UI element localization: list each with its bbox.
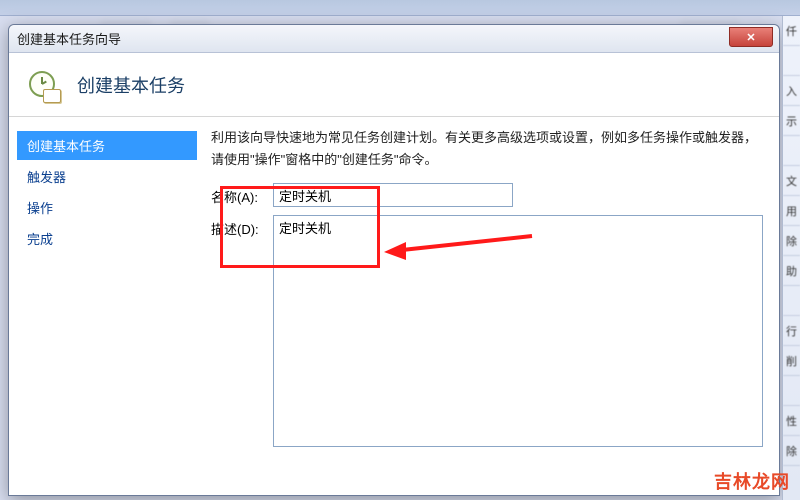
sidebar-step-action[interactable]: 操作 <box>17 193 197 222</box>
window-title: 创建基本任务向导 <box>17 29 121 48</box>
sidebar-step-create[interactable]: 创建基本任务 <box>17 131 197 160</box>
strip-cell: 除 <box>783 436 800 466</box>
right-strip: 仟 入 示 文 用 除 助 行 削 性 除 <box>782 16 800 500</box>
strip-cell: 文 <box>783 166 800 196</box>
strip-cell: 用 <box>783 196 800 226</box>
strip-cell: 入 <box>783 76 800 106</box>
strip-cell <box>783 286 800 316</box>
sidebar-step-finish[interactable]: 完成 <box>17 224 197 253</box>
wizard-dialog: 创建基本任务向导 ✕ 创建基本任务 创建基本任务 触发器 操作 完成 利用该向导… <box>8 24 780 496</box>
name-row: 名称(A): <box>211 183 763 207</box>
header-area: 创建基本任务 <box>9 53 779 117</box>
main-panel: 利用该向导快速地为常见任务创建计划。有关更多高级选项或设置，例如多任务操作或触发… <box>205 117 779 495</box>
strip-cell: 行 <box>783 316 800 346</box>
strip-cell: 仟 <box>783 16 800 46</box>
strip-cell: 性 <box>783 406 800 436</box>
close-button[interactable]: ✕ <box>729 27 773 47</box>
strip-cell: 示 <box>783 106 800 136</box>
sidebar: 创建基本任务 触发器 操作 完成 <box>9 117 205 495</box>
sidebar-step-trigger[interactable]: 触发器 <box>17 162 197 191</box>
wizard-clock-icon <box>23 65 63 105</box>
hint-text: 利用该向导快速地为常见任务创建计划。有关更多高级选项或设置，例如多任务操作或触发… <box>211 127 763 171</box>
strip-cell <box>783 136 800 166</box>
page-title: 创建基本任务 <box>77 72 185 98</box>
strip-cell: 削 <box>783 346 800 376</box>
name-input[interactable] <box>273 183 513 207</box>
content-area: 创建基本任务 触发器 操作 完成 利用该向导快速地为常见任务创建计划。有关更多高… <box>9 117 779 495</box>
strip-cell: 助 <box>783 256 800 286</box>
backdrop-bar <box>0 0 800 16</box>
titlebar: 创建基本任务向导 ✕ <box>9 25 779 53</box>
desc-row: 描述(D): <box>211 215 763 447</box>
close-icon: ✕ <box>746 31 755 44</box>
desc-input[interactable] <box>273 215 763 447</box>
desc-label: 描述(D): <box>211 215 273 238</box>
name-label: 名称(A): <box>211 183 273 206</box>
strip-cell <box>783 46 800 76</box>
strip-cell <box>783 376 800 406</box>
strip-cell: 除 <box>783 226 800 256</box>
